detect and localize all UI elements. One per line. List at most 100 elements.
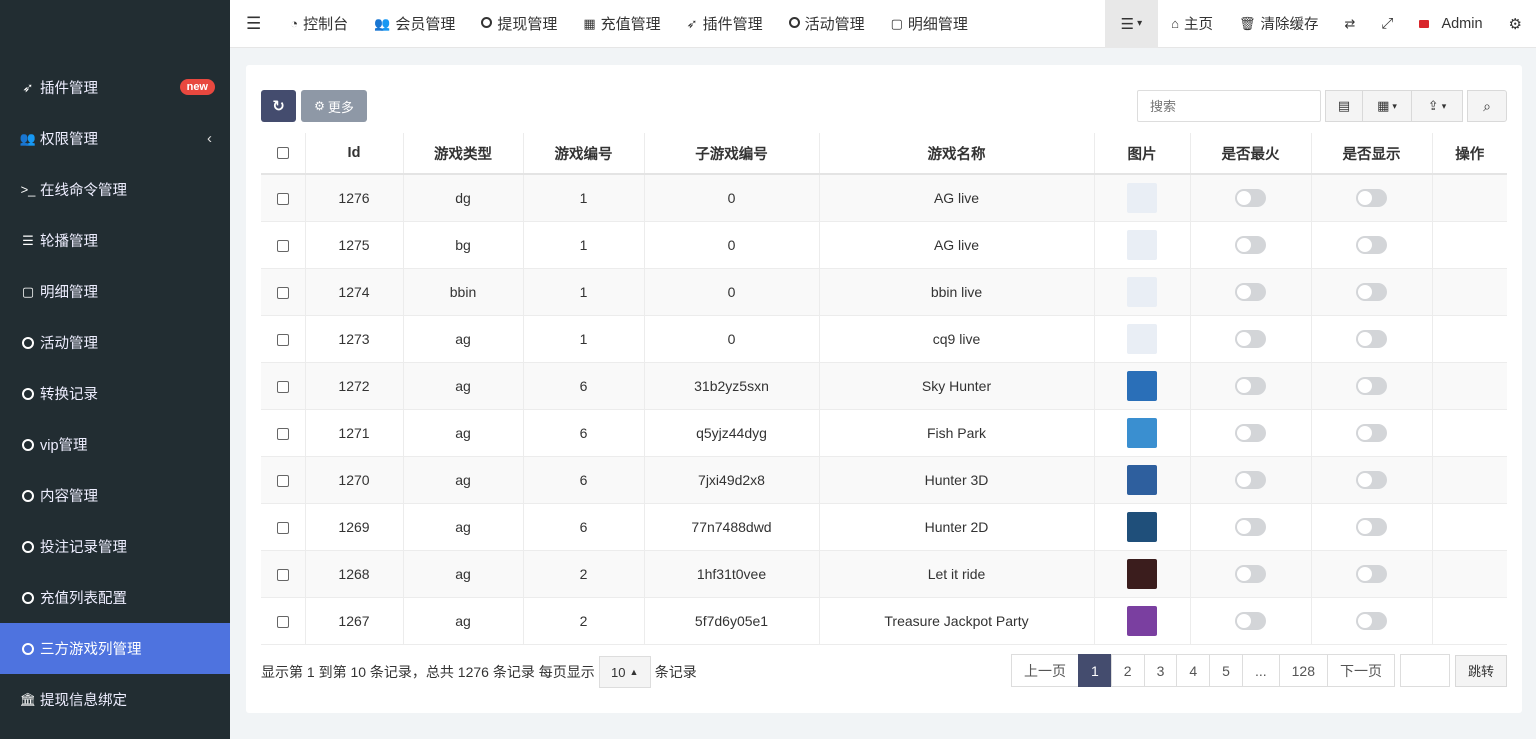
next-page-button[interactable]: 下一页 [1326,654,1395,687]
sidebar-item-third-party-games[interactable]: 三方游戏列管理 [0,623,230,674]
sidebar-item-conversion[interactable]: 转换记录 [0,368,230,419]
jump-page-input[interactable] [1399,654,1450,687]
hottest-toggle[interactable] [1235,188,1266,207]
hottest-toggle[interactable] [1235,235,1266,254]
nav-item-plugins[interactable]: ➶ 插件管理 [674,0,776,48]
hottest-toggle[interactable] [1235,611,1266,630]
game-thumbnail[interactable] [1127,323,1157,354]
sidebar-item-online-command[interactable]: >_ 在线命令管理 [0,164,230,215]
sidebar-item-activity[interactable]: 活动管理 [0,317,230,368]
jump-button[interactable]: 跳转 [1454,654,1507,687]
visible-toggle[interactable] [1356,235,1387,254]
export-button[interactable]: ⇪ ▾ [1411,90,1463,122]
sidebar-item-bet-records[interactable]: 投注记录管理 [0,521,230,572]
game-thumbnail[interactable] [1127,511,1157,542]
hottest-toggle[interactable] [1235,329,1266,348]
select-all-checkbox[interactable] [276,147,289,160]
more-button[interactable]: ⚙ 更多 [301,90,367,122]
sidebar-item-content[interactable]: 内容管理 [0,470,230,521]
nav-item-withdraw[interactable]: 提现管理 [468,0,570,48]
hottest-toggle[interactable] [1235,376,1266,395]
game-thumbnail[interactable] [1127,370,1157,401]
hottest-toggle[interactable] [1235,470,1266,489]
game-thumbnail[interactable] [1127,464,1157,495]
sidebar-item-withdraw-binding[interactable]: 🏛 提现信息绑定 [0,674,230,725]
sidebar-item-carousel[interactable]: ☰ 轮播管理 [0,215,230,266]
visible-toggle[interactable] [1356,282,1387,301]
nav-home-link[interactable]: ⌂ 主页 [1158,0,1226,48]
nav-item-dashboard[interactable]: ◔ 控制台 [277,0,361,48]
game-thumbnail[interactable] [1127,229,1157,260]
sidebar-item-details[interactable]: ▢ 明细管理 [0,266,230,317]
sidebar-item-plugins[interactable]: ➶ 插件管理 new [0,62,230,113]
visible-toggle[interactable] [1356,329,1387,348]
row-checkbox[interactable] [276,380,289,393]
nav-item-details[interactable]: ▢ 明细管理 [878,0,981,48]
page-button-1[interactable]: 1 [1077,654,1112,687]
row-checkbox[interactable] [276,427,289,440]
sidebar-item-recharge-config[interactable]: 充值列表配置 [0,572,230,623]
user-menu[interactable]: Admin [1406,0,1495,48]
sidebar-item-label: 三方游戏列管理 [40,642,142,658]
hottest-toggle[interactable] [1235,423,1266,442]
game-thumbnail[interactable] [1127,276,1157,307]
visible-toggle[interactable] [1356,423,1387,442]
sidebar-item-permissions[interactable]: 👥 权限管理 ‹ [0,113,230,164]
game-thumbnail[interactable] [1127,605,1157,636]
nav-item-activity[interactable]: 活动管理 [776,0,878,48]
toggle-view-button[interactable]: ▤ [1325,90,1363,122]
column-header-game-no[interactable]: 游戏编号 [523,133,645,175]
row-checkbox[interactable] [276,239,289,252]
row-checkbox[interactable] [276,286,289,299]
table-row: 1267 ag 2 5f7d6y05e1 Treasure Jackpot Party [261,597,1507,645]
row-checkbox[interactable] [276,474,289,487]
visible-toggle[interactable] [1356,517,1387,536]
cell-hottest [1190,456,1312,504]
clear-cache-button[interactable]: 🗑 清除缓存 [1226,0,1332,48]
columns-button[interactable]: ▦ ▾ [1362,90,1412,122]
row-checkbox[interactable] [276,521,289,534]
sidebar-item-label: 内容管理 [40,489,98,505]
nav-item-members[interactable]: 👥 会员管理 [361,0,468,48]
table-body: 1276 dg 1 0 AG live 1275 bg 1 0 AG live 1274 bbin 1 0… [261,174,1507,645]
page-button-3[interactable]: 3 [1143,654,1178,687]
column-header-type[interactable]: 游戏类型 [403,133,524,175]
row-checkbox[interactable] [276,193,289,206]
visible-toggle[interactable] [1356,611,1387,630]
search-input[interactable] [1137,90,1321,122]
game-thumbnail[interactable] [1127,417,1157,448]
row-checkbox[interactable] [276,333,289,346]
game-thumbnail[interactable] [1127,182,1157,213]
hottest-toggle[interactable] [1235,517,1266,536]
column-header-game-name[interactable]: 游戏名称 [819,133,1095,175]
page-button-5[interactable]: 5 [1209,654,1243,687]
page-button-last[interactable]: 128 [1278,654,1328,687]
visible-toggle[interactable] [1356,376,1387,395]
cell-image [1094,315,1191,363]
circle-icon [18,438,38,451]
game-thumbnail[interactable] [1127,558,1157,589]
page-button-4[interactable]: 4 [1176,654,1211,687]
row-checkbox[interactable] [276,568,289,581]
hottest-toggle[interactable] [1235,564,1266,583]
page-button-2[interactable]: 2 [1110,654,1145,687]
visible-toggle[interactable] [1356,470,1387,489]
page-size-select[interactable]: 10 ▲ [598,656,651,688]
visible-toggle[interactable] [1356,188,1387,207]
hottest-toggle[interactable] [1235,282,1266,301]
prev-page-button[interactable]: 上一页 [1010,654,1079,687]
language-button[interactable]: ⇄ [1332,0,1369,48]
refresh-button[interactable]: ↻ [261,90,296,122]
row-checkbox[interactable] [276,615,289,628]
pagination-summary: 显示第 1 到第 10 条记录，总共 1276 条记录 每页显示 [261,664,595,680]
search-button[interactable]: ⌕ [1467,90,1507,122]
sidebar-item-vip[interactable]: vip管理 [0,419,230,470]
visible-toggle[interactable] [1356,564,1387,583]
nav-menu-dropdown[interactable]: ☰ ▾ [1104,0,1159,48]
nav-item-recharge[interactable]: ▦ 充值管理 [570,0,673,48]
column-header-sub-game-no[interactable]: 子游戏编号 [644,133,820,175]
settings-button[interactable]: ⚙ [1496,0,1536,48]
fullscreen-button[interactable]: ⤢ [1368,0,1406,48]
column-header-id[interactable]: Id [305,133,404,175]
sidebar-toggle-button[interactable]: ☰ [230,0,277,48]
